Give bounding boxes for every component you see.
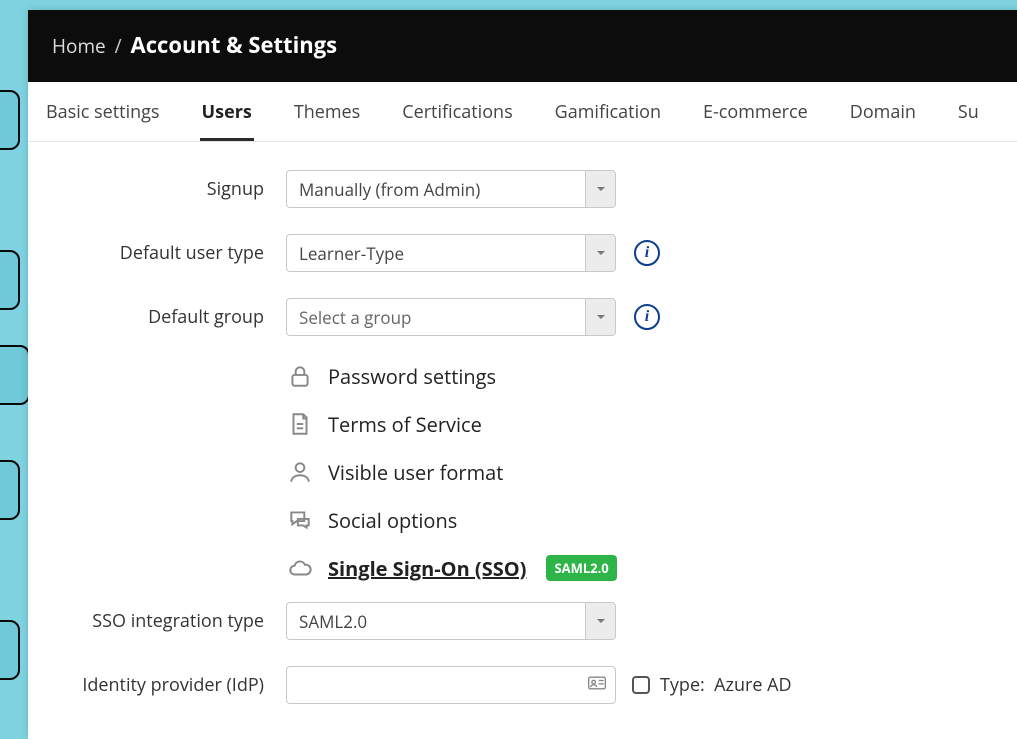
sso-badge: SAML2.0: [546, 555, 616, 581]
sso-integration-type-value: SAML2.0: [287, 610, 585, 633]
info-icon[interactable]: i: [634, 304, 660, 330]
default-group-select[interactable]: Select a group: [286, 298, 616, 336]
signup-select[interactable]: Manually (from Admin): [286, 170, 616, 208]
sso-integration-type-select[interactable]: SAML2.0: [286, 602, 616, 640]
tab-certifications[interactable]: Certifications: [400, 82, 514, 141]
chevron-down-icon: [585, 235, 615, 271]
visible-user-format-link[interactable]: Visible user format: [286, 458, 1012, 486]
default-group-placeholder: Select a group: [287, 306, 585, 329]
settings-panel: Home / Account & Settings Basic settings…: [28, 10, 1017, 739]
id-card-icon: [587, 674, 607, 697]
password-settings-link[interactable]: Password settings: [286, 362, 1012, 390]
tab-basic-settings[interactable]: Basic settings: [44, 82, 162, 141]
idp-type-label: Type: Azure AD: [660, 673, 792, 697]
user-icon: [286, 458, 314, 486]
idp-label: Identity provider (IdP): [38, 673, 286, 697]
default-user-type-select[interactable]: Learner-Type: [286, 234, 616, 272]
chat-icon: [286, 506, 314, 534]
cloud-icon: [286, 554, 314, 582]
visible-user-format-label: Visible user format: [328, 459, 503, 486]
lock-icon: [286, 362, 314, 390]
breadcrumb-home[interactable]: Home: [52, 33, 106, 59]
social-options-label: Social options: [328, 507, 457, 534]
chevron-down-icon: [585, 603, 615, 639]
breadcrumb-current: Account & Settings: [131, 30, 338, 60]
default-group-label: Default group: [38, 305, 286, 329]
idp-input-wrapper[interactable]: [286, 666, 616, 704]
sso-link[interactable]: Single Sign-On (SSO) SAML2.0: [286, 554, 1012, 582]
info-icon[interactable]: i: [634, 240, 660, 266]
social-options-link[interactable]: Social options: [286, 506, 1012, 534]
terms-of-service-link[interactable]: Terms of Service: [286, 410, 1012, 438]
tab-domain[interactable]: Domain: [848, 82, 918, 141]
default-user-type-label: Default user type: [38, 241, 286, 265]
password-settings-label: Password settings: [328, 363, 496, 390]
tabs-bar: Basic settings Users Themes Certificatio…: [28, 82, 1017, 142]
sso-label: Single Sign-On (SSO): [328, 555, 526, 582]
terms-of-service-label: Terms of Service: [328, 411, 482, 438]
document-icon: [286, 410, 314, 438]
users-settings-content: Signup Manually (from Admin) Default use…: [28, 142, 1017, 739]
breadcrumb: Home / Account & Settings: [52, 30, 998, 60]
tab-users[interactable]: Users: [200, 82, 254, 141]
tab-ecommerce[interactable]: E-commerce: [701, 82, 810, 141]
header-bar: Home / Account & Settings: [28, 10, 1017, 82]
signup-label: Signup: [38, 177, 286, 201]
idp-type-checkbox[interactable]: [632, 676, 650, 694]
sso-integration-type-label: SSO integration type: [38, 609, 286, 633]
idp-input[interactable]: [299, 676, 587, 694]
signup-value: Manually (from Admin): [287, 178, 585, 201]
chevron-down-icon: [585, 299, 615, 335]
default-user-type-value: Learner-Type: [287, 242, 585, 265]
tab-gamification[interactable]: Gamification: [553, 82, 663, 141]
chevron-down-icon: [585, 171, 615, 207]
tab-more[interactable]: Su: [956, 82, 981, 141]
tab-themes[interactable]: Themes: [292, 82, 362, 141]
breadcrumb-separator: /: [111, 33, 126, 59]
